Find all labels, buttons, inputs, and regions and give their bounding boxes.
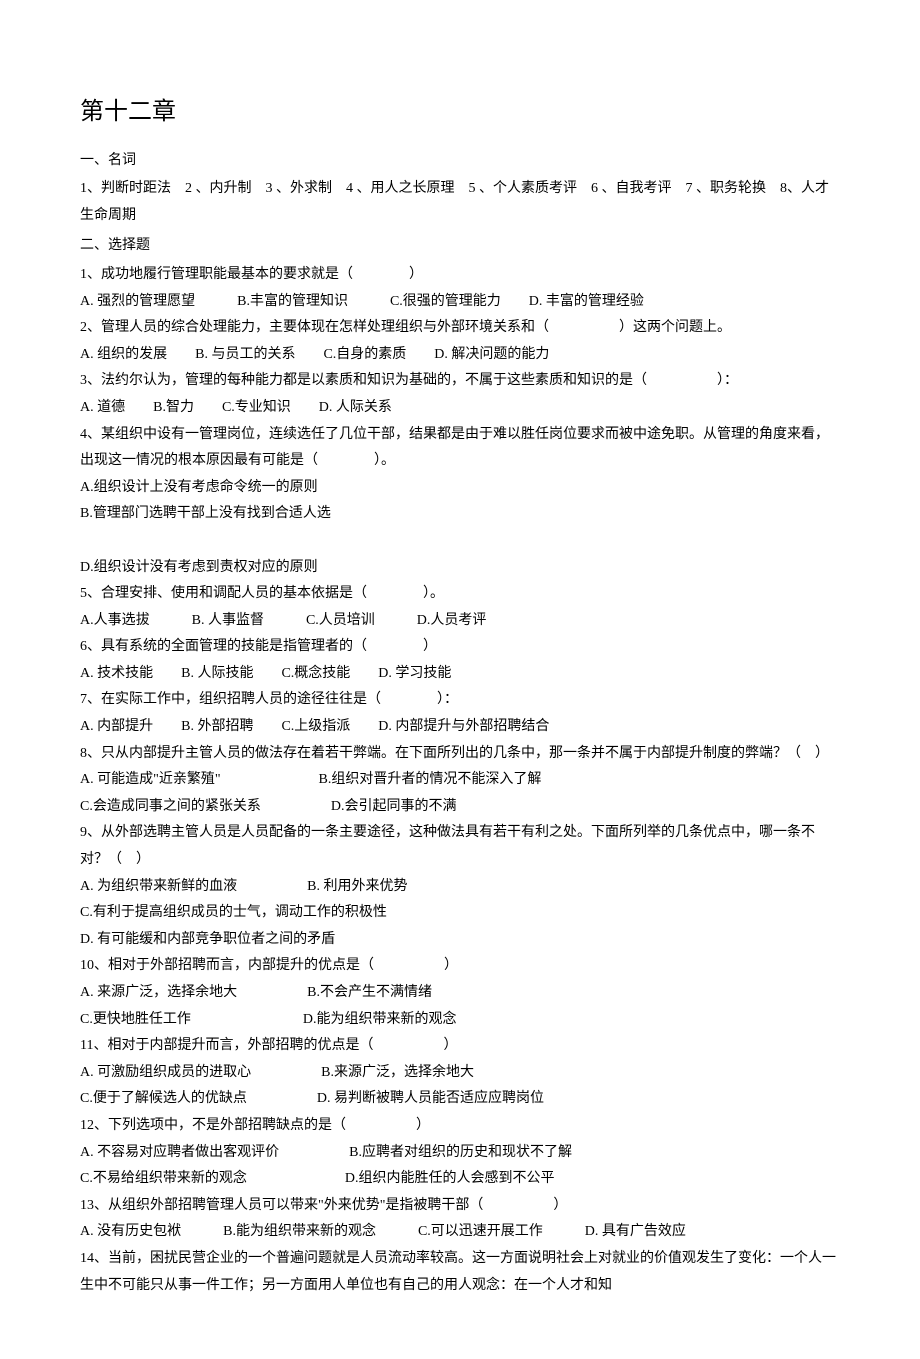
q2-stem: 2、管理人员的综合处理能力，主要体现在怎样处理组织与外部环境关系和（ ）这两个问… [80,315,840,342]
section-1-heading: 一、名词 [80,148,840,175]
q4-option-b: B.管理部门选聘干部上没有找到合适人选 [80,501,840,528]
q4-stem: 4、某组织中设有一管理岗位，连续选任了几位干部，结果都是由于难以胜任岗位要求而被… [80,422,840,475]
q12-options-row1: A. 不容易对应聘者做出客观评价 B.应聘者对组织的历史和现状不了解 [80,1140,840,1167]
q7-stem: 7、在实际工作中，组织招聘人员的途径往往是（ ）： [80,687,840,714]
q11-stem: 11、相对于内部提升而言，外部招聘的优点是（ ） [80,1033,840,1060]
q9-stem: 9、从外部选聘主管人员是人员配备的一条主要途径，这种做法具有若干有利之处。下面所… [80,820,840,873]
q5-stem: 5、合理安排、使用和调配人员的基本依据是（ ）。 [80,581,840,608]
q5-options: A.人事选拔 B. 人事监督 C.人员培训 D.人员考评 [80,608,840,635]
q14-stem: 14、当前，困扰民营企业的一个普遍问题就是人员流动率较高。这一方面说明社会上对就… [80,1246,840,1299]
q1-options: A. 强烈的管理愿望 B.丰富的管理知识 C.很强的管理能力 D. 丰富的管理经… [80,289,840,316]
q10-options-row1: A. 来源广泛，选择余地大 B.不会产生不满情绪 [80,980,840,1007]
q2-options: A. 组织的发展 B. 与员工的关系 C.自身的素质 D. 解决问题的能力 [80,342,840,369]
q3-options: A. 道德 B.智力 C.专业知识 D. 人际关系 [80,395,840,422]
section-2-heading: 二、选择题 [80,233,840,260]
q3-stem: 3、法约尔认为，管理的每种能力都是以素质和知识为基础的，不属于这些素质和知识的是… [80,368,840,395]
terms-list: 1、判断时距法 2 、内升制 3 、外求制 4 、用人之长原理 5 、个人素质考… [80,176,840,229]
q4-blank-line [80,528,840,555]
q7-options: A. 内部提升 B. 外部招聘 C.上级指派 D. 内部提升与外部招聘结合 [80,714,840,741]
q10-stem: 10、相对于外部招聘而言，内部提升的优点是（ ） [80,953,840,980]
q13-options: A. 没有历史包袱 B.能为组织带来新的观念 C.可以迅速开展工作 D. 具有广… [80,1219,840,1246]
q8-options-row2: C.会造成同事之间的紧张关系 D.会引起同事的不满 [80,794,840,821]
q4-option-a: A.组织设计上没有考虑命令统一的原则 [80,475,840,502]
q11-options-row2: C.便于了解候选人的优缺点 D. 易判断被聘人员能否适应应聘岗位 [80,1086,840,1113]
q9-options-row1: A. 为组织带来新鲜的血液 B. 利用外来优势 [80,874,840,901]
q8-stem: 8、只从内部提升主管人员的做法存在着若干弊端。在下面所列出的几条中，那一条并不属… [80,741,840,768]
q12-options-row2: C.不易给组织带来新的观念 D.组织内能胜任的人会感到不公平 [80,1166,840,1193]
q10-options-row2: C.更快地胜任工作 D.能为组织带来新的观念 [80,1007,840,1034]
chapter-title: 第十二章 [80,90,840,136]
q6-options: A. 技术技能 B. 人际技能 C.概念技能 D. 学习技能 [80,661,840,688]
q8-options-row1: A. 可能造成"近亲繁殖" B.组织对晋升者的情况不能深入了解 [80,767,840,794]
q12-stem: 12、下列选项中，不是外部招聘缺点的是（ ） [80,1113,840,1140]
q11-options-row1: A. 可激励组织成员的进取心 B.来源广泛，选择余地大 [80,1060,840,1087]
q9-options-row2: C.有利于提高组织成员的士气，调动工作的积极性 [80,900,840,927]
q1-stem: 1、成功地履行管理职能最基本的要求就是（ ） [80,262,840,289]
q4-option-d: D.组织设计没有考虑到责权对应的原则 [80,555,840,582]
q9-options-row3: D. 有可能缓和内部竞争职位者之间的矛盾 [80,927,840,954]
q6-stem: 6、具有系统的全面管理的技能是指管理者的（ ） [80,634,840,661]
q13-stem: 13、从组织外部招聘管理人员可以带来"外来优势"是指被聘干部（ ） [80,1193,840,1220]
